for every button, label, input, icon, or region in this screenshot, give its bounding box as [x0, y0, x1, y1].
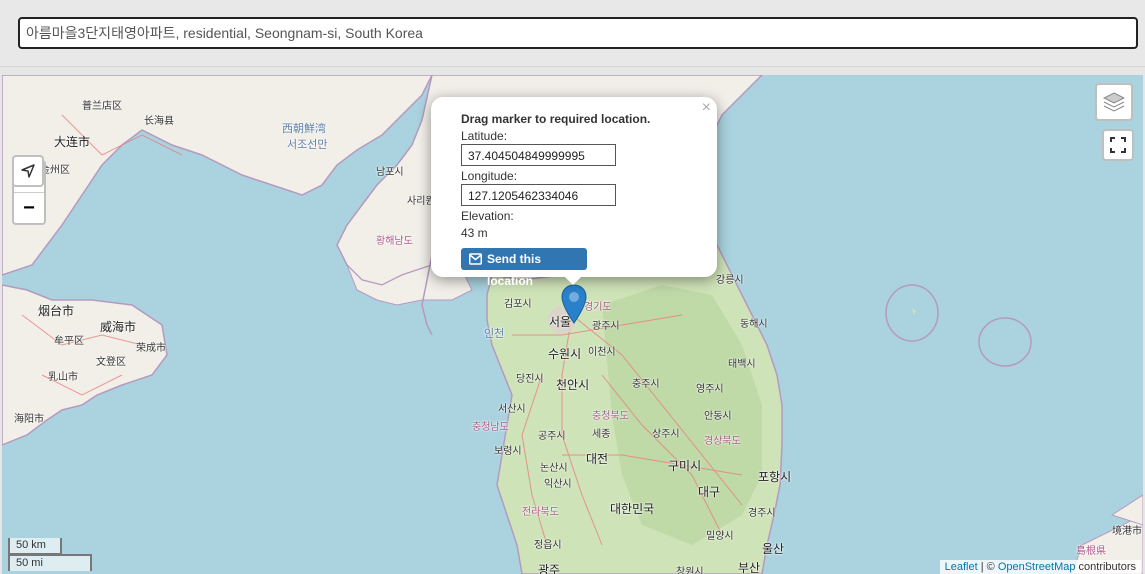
- zoom-out-button[interactable]: −: [14, 192, 44, 223]
- map-label: 인천: [484, 328, 505, 340]
- send-location-button[interactable]: Send this location: [461, 248, 587, 288]
- map-label: 文登区: [96, 357, 126, 368]
- map-label: 牟平区: [54, 336, 84, 347]
- map-label: 海阳市: [14, 414, 44, 425]
- map-label: 밀양시: [706, 531, 734, 542]
- map-label: 광주: [538, 563, 561, 574]
- attribution-sep: | ©: [977, 561, 998, 573]
- longitude-field[interactable]: 127.1205462334046: [461, 184, 616, 206]
- elevation-label: Elevation:: [461, 209, 514, 223]
- map-label: 수원시: [548, 347, 582, 361]
- scale-km: 50 km: [8, 538, 62, 555]
- map-label: 상주시: [652, 429, 680, 440]
- map-label: 충청남도: [472, 422, 509, 433]
- fullscreen-button[interactable]: [1102, 129, 1134, 161]
- map-label: 대구: [698, 485, 721, 499]
- map-label: 태백시: [728, 359, 756, 370]
- longitude-label: Longitude:: [461, 169, 518, 183]
- map-label: 창원시: [676, 567, 704, 574]
- scale-km-label: 50 km: [16, 539, 46, 551]
- layers-button[interactable]: [1095, 83, 1133, 121]
- map-label: 경기도: [584, 302, 612, 313]
- scale-mi-label: 50 mi: [16, 557, 43, 569]
- map-label: 충주시: [632, 379, 660, 390]
- map-label: 대전: [586, 452, 609, 466]
- map-attribution: Leaflet | © OpenStreetMap contributors: [939, 560, 1141, 574]
- map-label: 동해시: [740, 319, 768, 330]
- map-label: 大连市: [54, 135, 91, 149]
- map-label: 서산시: [498, 404, 526, 415]
- latitude-label: Latitude:: [461, 129, 508, 143]
- elevation-value: 43 m: [461, 226, 488, 240]
- map-label: 烟台市: [38, 304, 75, 318]
- map-label: 境港市: [1112, 526, 1142, 537]
- osm-link[interactable]: OpenStreetMap: [998, 561, 1076, 573]
- envelope-icon: [469, 253, 482, 265]
- map-label: 안동시: [704, 411, 732, 422]
- map-label: 논산시: [540, 463, 568, 474]
- map-label: 普兰店区: [82, 101, 122, 112]
- popup-tip: [563, 275, 583, 285]
- map-label: 세종: [592, 429, 611, 440]
- scale-mi: 50 mi: [8, 554, 92, 571]
- fullscreen-icon: [1110, 137, 1126, 153]
- map-label: 대한민국: [610, 502, 655, 516]
- map-label: 부산: [738, 561, 761, 574]
- map-label: 서조선만: [287, 139, 328, 151]
- layers-icon: [1102, 92, 1126, 112]
- map-label: 남포시: [376, 167, 404, 178]
- map-label: 천안시: [556, 378, 590, 392]
- map-label: 长海县: [144, 116, 174, 127]
- locate-button[interactable]: [12, 155, 44, 187]
- map-label: 정읍시: [534, 540, 562, 551]
- map-label: 威海市: [100, 320, 137, 334]
- map-label: 김포시: [504, 299, 532, 310]
- attribution-contributors: contributors: [1075, 561, 1136, 573]
- map-label: 공주시: [538, 431, 566, 442]
- leaflet-link[interactable]: Leaflet: [945, 561, 978, 573]
- map-label: 전라북도: [522, 507, 559, 518]
- map-label: 乳山市: [48, 372, 78, 383]
- send-location-label: Send this location: [487, 252, 542, 288]
- map-label: 광주시: [592, 321, 620, 332]
- map-label: 보령시: [494, 446, 522, 457]
- map-label: 충청북도: [592, 411, 629, 422]
- latitude-field[interactable]: 37.404504849999995: [461, 144, 616, 166]
- map-label: 강릉시: [716, 275, 744, 286]
- map-label: 荣成市: [136, 343, 166, 354]
- map-label: 영주시: [696, 384, 724, 395]
- popup-close-button[interactable]: ×: [702, 99, 711, 117]
- popup-title: Drag marker to required location.: [461, 112, 651, 126]
- locate-arrow-icon: [21, 164, 35, 178]
- search-input[interactable]: 아름마을3단지태영아파트, residential, Seongnam-si, …: [18, 17, 1138, 49]
- map-label: 島根県: [1076, 546, 1106, 557]
- map-label: 당진시: [516, 374, 544, 385]
- map-label: 이천시: [588, 347, 616, 358]
- map-label: 구미시: [668, 459, 702, 473]
- map-label: 황해남도: [376, 236, 413, 247]
- map-label: 울산: [762, 542, 785, 556]
- map-label: 익산시: [544, 479, 572, 490]
- location-popup: × Drag marker to required location. Lati…: [431, 97, 717, 288]
- map-label: 경주시: [748, 508, 776, 519]
- search-bar: 아름마을3단지태영아파트, residential, Seongnam-si, …: [0, 0, 1145, 67]
- map-label: 西朝鮮湾: [282, 123, 326, 135]
- map-label: 경상북도: [704, 436, 741, 447]
- map-label: 포항시: [758, 470, 792, 484]
